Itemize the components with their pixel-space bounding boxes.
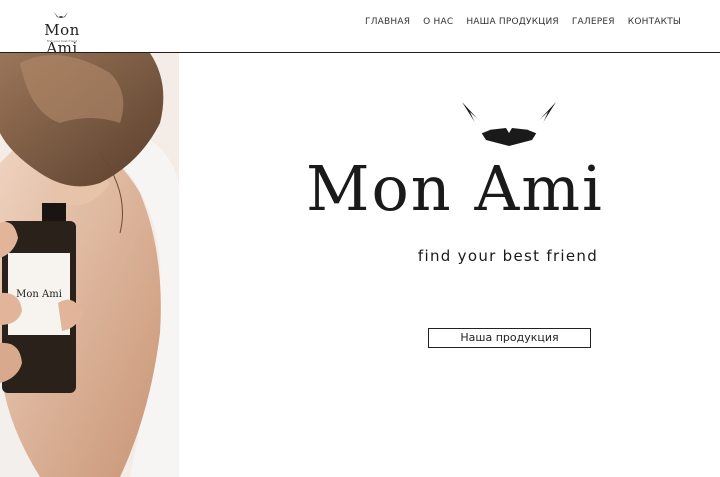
hero-photo: Mon Ami [0, 53, 179, 477]
nav-item-home[interactable]: ГЛАВНАЯ [365, 17, 410, 27]
header-logo[interactable]: Mon Ami find your best friend [26, 10, 98, 57]
logo-tagline: find your best friend [46, 39, 78, 43]
hero-subtitle: find your best friend [417, 247, 599, 265]
nav-item-about[interactable]: О НАС [423, 17, 453, 27]
nav-item-contacts[interactable]: КОНТАКТЫ [628, 17, 681, 27]
bottle-label: Mon Ami [16, 289, 62, 300]
cat-ears-logo-icon [54, 12, 68, 18]
woman-with-perfume-image: Mon Ami [0, 53, 179, 477]
nav-item-products[interactable]: НАША ПРОДУКЦИЯ [466, 17, 559, 27]
main-nav: ГЛАВНАЯ О НАС НАША ПРОДУКЦИЯ ГАЛЕРЕЯ КОН… [365, 17, 694, 27]
cat-ears-emblem-icon [462, 102, 556, 146]
hero-title: Mon Ami [306, 152, 604, 225]
site-header: Mon Ami find your best friend ГЛАВНАЯ О … [0, 0, 720, 57]
nav-item-gallery[interactable]: ГАЛЕРЕЯ [572, 17, 615, 27]
our-products-button[interactable]: Наша продукция [428, 328, 591, 348]
